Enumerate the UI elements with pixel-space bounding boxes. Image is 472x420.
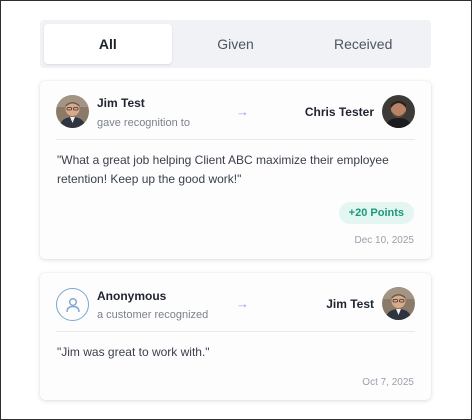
- recipient-avatar: [382, 287, 415, 320]
- recognition-panel: All Given Received Jim Test gave recogni: [39, 18, 432, 402]
- recognition-message: "What a great job helping Client ABC max…: [57, 153, 389, 186]
- recipient-name[interactable]: Jim Test: [326, 297, 374, 311]
- arrow-right-icon: →: [236, 104, 249, 119]
- recognition-card: Anonymous a customer recognized → Jim Te…: [40, 273, 431, 400]
- recognition-message: "Jim was great to work with.": [57, 345, 210, 359]
- photo-avatar-jim: [56, 95, 89, 128]
- photo-avatar-jim: [382, 287, 415, 320]
- recognition-date: Oct 7, 2025: [362, 377, 414, 388]
- tab-given[interactable]: Given: [172, 24, 300, 64]
- filter-tabs: All Given Received: [40, 20, 431, 68]
- recipient-name[interactable]: Chris Tester: [305, 105, 374, 119]
- card-divider: [56, 331, 415, 332]
- recognition-card: Jim Test gave recognition to → Chris Tes…: [40, 81, 431, 259]
- card-divider: [56, 139, 415, 140]
- tab-received[interactable]: Received: [299, 24, 427, 64]
- tab-all[interactable]: All: [44, 24, 172, 64]
- user-outline-icon: [65, 297, 80, 312]
- screenshot-frame: All Given Received Jim Test gave recogni: [0, 0, 472, 420]
- sender-name[interactable]: Anonymous: [97, 289, 166, 303]
- sender-caption: gave recognition to: [97, 117, 190, 129]
- sender-caption: a customer recognized: [97, 309, 209, 321]
- recognition-date: Dec 10, 2025: [354, 235, 415, 246]
- arrow-right-icon: →: [236, 296, 249, 311]
- points-badge: +20 Points: [338, 202, 414, 224]
- anonymous-avatar: [56, 288, 89, 321]
- recipient-avatar: [382, 95, 415, 128]
- photo-avatar-chris: [382, 95, 415, 128]
- sender-name[interactable]: Jim Test: [97, 96, 145, 110]
- sender-avatar: [56, 95, 89, 128]
